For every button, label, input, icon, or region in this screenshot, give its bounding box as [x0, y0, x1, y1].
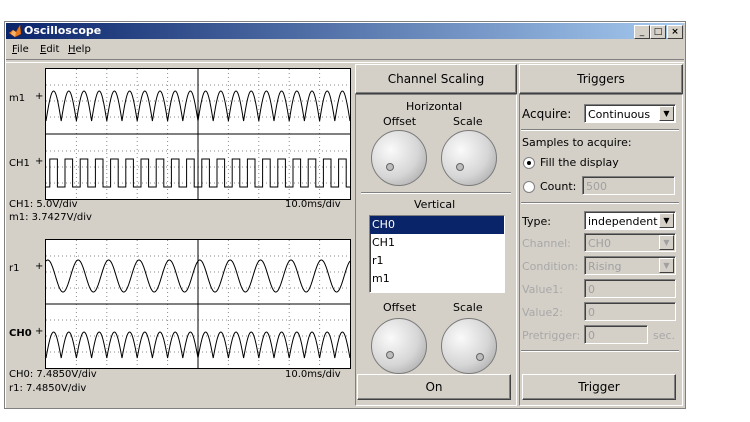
vertical-scale-knob[interactable]	[441, 318, 497, 374]
trace-marker-m1: +	[35, 91, 44, 102]
samples-label: Samples to acquire:	[522, 136, 632, 149]
h-scale-label: Scale	[453, 115, 483, 128]
menu-bar: File Edit Help	[6, 42, 684, 58]
fill-display-radio[interactable]	[523, 157, 535, 169]
triggers-header[interactable]: Triggers	[519, 64, 683, 94]
close-button[interactable]: ×	[667, 25, 683, 39]
channel-label: Channel:	[522, 237, 571, 250]
acquire-label: Acquire:	[522, 107, 572, 121]
scope-plot-1[interactable]	[45, 68, 351, 200]
trigger-button[interactable]: Trigger	[522, 374, 676, 400]
value1-label: Value1:	[522, 283, 563, 296]
scope2-scale-ch0: CH0: 7.4850V/div	[9, 369, 97, 380]
vertical-offset-knob[interactable]	[371, 318, 427, 374]
trace-label-ch0: CH0	[9, 328, 32, 339]
chevron-down-icon: ▼	[659, 258, 674, 273]
pretrigger-input: 0	[584, 325, 648, 344]
channel-value: CH0	[588, 237, 611, 250]
channel-list-item[interactable]: m1	[370, 270, 504, 288]
menu-file[interactable]: File	[12, 44, 29, 55]
scope2-time-div: 10.0ms/div	[285, 369, 341, 380]
chevron-down-icon[interactable]: ▼	[659, 106, 674, 121]
trace-marker-ch0: +	[35, 326, 44, 337]
trace-marker-r1: +	[35, 261, 44, 272]
horizontal-scale-knob[interactable]	[441, 130, 497, 186]
count-input[interactable]: 500	[582, 176, 675, 195]
channel-listbox[interactable]: CH0 CH1 r1 m1	[369, 215, 505, 293]
count-radio[interactable]	[523, 181, 535, 193]
count-label: Count:	[540, 180, 577, 193]
matlab-icon	[8, 24, 22, 38]
trace-label-r1: r1	[9, 263, 20, 274]
vertical-divider	[361, 192, 511, 194]
trace-label-ch1: CH1	[9, 158, 30, 169]
minimize-button[interactable]: _	[634, 25, 650, 39]
horizontal-offset-knob[interactable]	[371, 130, 427, 186]
horizontal-label: Horizontal	[406, 100, 463, 113]
scope1-scale-m1: m1: 3.7427V/div	[9, 212, 92, 223]
acquire-divider	[521, 129, 679, 131]
trace-marker-ch1: +	[35, 156, 44, 167]
v-offset-label: Offset	[383, 301, 417, 314]
channel-list-item[interactable]: CH0	[370, 216, 504, 234]
channel-on-button[interactable]: On	[357, 374, 511, 400]
scope1-time-div: 10.0ms/div	[285, 199, 341, 210]
value2-input: 0	[584, 302, 676, 321]
oscilloscope-window: Oscilloscope _ □ × File Edit Help m1 CH1…	[4, 21, 686, 409]
channel-list-item[interactable]: r1	[370, 252, 504, 270]
value1-input: 0	[584, 279, 676, 298]
pretrigger-label: Pretrigger:	[522, 329, 581, 342]
scope1-scale-ch1: CH1: 5.0V/div	[9, 199, 78, 210]
chevron-down-icon[interactable]: ▼	[659, 213, 674, 228]
channel-select: CH0 ▼	[584, 233, 676, 252]
pretrigger-unit: sec.	[653, 329, 676, 342]
channel-scaling-header[interactable]: Channel Scaling	[355, 64, 517, 94]
value2-label: Value2:	[522, 306, 563, 319]
fill-display-label: Fill the display	[540, 156, 619, 169]
menu-edit[interactable]: Edit	[40, 44, 59, 55]
window-title: Oscilloscope	[24, 24, 102, 37]
trace-label-m1: m1	[9, 93, 26, 104]
channel-list-item[interactable]: CH1	[370, 234, 504, 252]
v-scale-label: Scale	[453, 301, 483, 314]
type-label: Type:	[522, 215, 551, 228]
samples-divider	[521, 202, 679, 204]
menu-separator	[6, 59, 684, 63]
vertical-label: Vertical	[414, 198, 456, 211]
menu-help[interactable]: Help	[68, 44, 91, 55]
condition-select: Rising ▼	[584, 256, 676, 275]
maximize-button[interactable]: □	[650, 25, 666, 39]
chevron-down-icon: ▼	[659, 235, 674, 250]
scope-plot-2[interactable]	[45, 239, 351, 369]
acquire-select[interactable]: Continuous ▼	[584, 104, 676, 123]
condition-label: Condition:	[522, 260, 579, 273]
condition-value: Rising	[588, 260, 622, 273]
scope2-scale-r1: r1: 7.4850V/div	[9, 383, 87, 394]
acquire-value: Continuous	[588, 108, 651, 121]
type-value: independent	[588, 215, 658, 228]
title-bar: Oscilloscope _ □ ×	[6, 23, 684, 39]
h-offset-label: Offset	[383, 115, 417, 128]
trigger-divider	[521, 350, 679, 352]
type-select[interactable]: independent ▼	[584, 211, 676, 230]
